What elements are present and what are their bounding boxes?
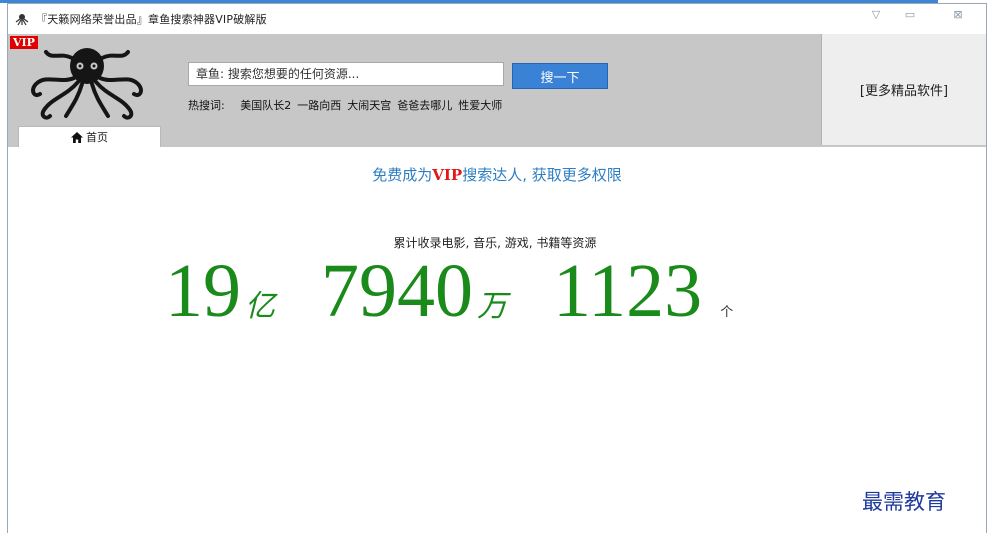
app-icon xyxy=(15,14,29,26)
home-icon xyxy=(71,131,83,143)
octopus-logo xyxy=(31,48,143,120)
unit-item: 个 xyxy=(720,304,734,319)
vip-promo-suffix: 搜索达人, 获取更多权限 xyxy=(462,166,622,184)
minimize-button[interactable]: ▽ xyxy=(864,6,888,22)
vip-promo-prefix: 免费成为 xyxy=(372,166,433,184)
close-button[interactable]: ⊠ xyxy=(946,6,970,22)
logo-area: VIP xyxy=(10,36,162,140)
title-bar[interactable]: 『天籁网络荣誉出品』章鱼搜索神器VIP破解版 ▽ ▭ ⊠ xyxy=(8,4,986,32)
resource-count: 19 亿 7940 万 1123 个 xyxy=(165,248,733,334)
count-tenthousands: 7940 xyxy=(321,249,473,333)
search-button[interactable]: 搜一下 xyxy=(512,63,608,89)
tab-home[interactable]: 首页 xyxy=(18,126,161,147)
count-ones: 1123 xyxy=(553,249,703,333)
hot-search-label: 热搜词: xyxy=(188,99,225,112)
unit-tenthousand: 万 xyxy=(477,290,507,323)
vip-promo-vip: VIP xyxy=(432,166,463,184)
hot-search-item[interactable]: 一路向西 xyxy=(297,99,341,112)
more-software-button[interactable]: [更多精品软件] xyxy=(821,34,986,145)
hot-search-item[interactable]: 大闹天宫 xyxy=(347,99,391,112)
window-title: 『天籁网络荣誉出品』章鱼搜索神器VIP破解版 xyxy=(36,13,267,26)
header-bar: VIP 首页 章鱼: 搜索您想要的任何资源... 搜一下 热搜词: 美国队长2 … xyxy=(8,34,986,147)
hot-search-item[interactable]: 性爱大师 xyxy=(458,99,502,112)
search-input[interactable]: 章鱼: 搜索您想要的任何资源... xyxy=(188,62,504,86)
unit-billion: 亿 xyxy=(245,290,275,323)
tab-home-label: 首页 xyxy=(86,131,108,144)
vip-promo-link[interactable]: 免费成为VIP搜索达人, 获取更多权限 xyxy=(8,164,986,185)
hot-search-row: 热搜词: 美国队长2 一路向西 大闹天宫 爸爸去哪儿 性爱大师 xyxy=(188,97,508,113)
hot-search-item[interactable]: 美国队长2 xyxy=(240,99,291,112)
maximize-button[interactable]: ▭ xyxy=(898,6,922,22)
count-billions: 19 xyxy=(165,249,241,333)
watermark: 最需教育 xyxy=(862,490,946,514)
hot-search-item[interactable]: 爸爸去哪儿 xyxy=(397,99,452,112)
